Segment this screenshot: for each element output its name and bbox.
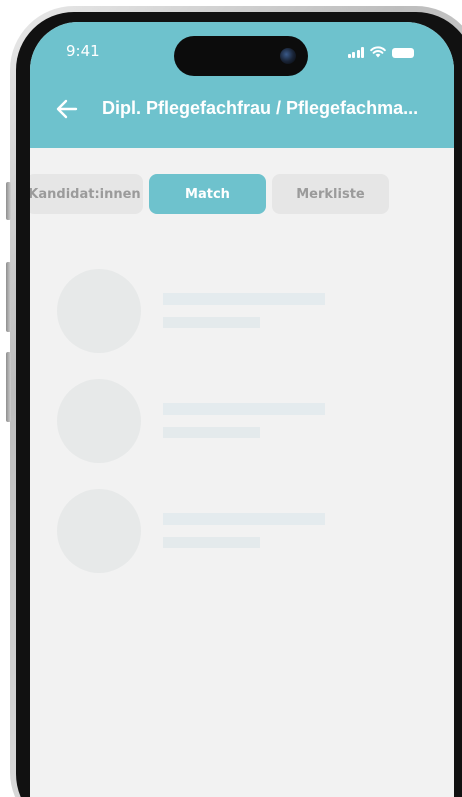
dynamic-island bbox=[174, 36, 308, 76]
arrow-left-icon[interactable] bbox=[56, 98, 78, 120]
loading-placeholder-row bbox=[57, 379, 357, 463]
status-icons bbox=[347, 46, 414, 58]
phone-volume-up-button bbox=[6, 262, 11, 332]
phone-volume-down-button bbox=[6, 352, 11, 422]
cellular-signal-icon bbox=[347, 47, 364, 58]
page-title: Dipl. Pflegefachfrau / Pflegefachma... bbox=[102, 98, 419, 118]
loading-placeholder-row bbox=[57, 269, 357, 353]
battery-icon bbox=[392, 48, 414, 58]
text-placeholder bbox=[163, 537, 260, 548]
app-screen: 9:41 Dipl. Pflegefachfrau / Pflegefachma… bbox=[30, 22, 454, 797]
status-time: 9:41 bbox=[66, 42, 100, 60]
text-placeholder bbox=[163, 293, 325, 305]
tab-bar: Kandidat:innen Match Merkliste bbox=[30, 174, 389, 214]
scene: 9:41 Dipl. Pflegefachfrau / Pflegefachma… bbox=[0, 0, 462, 797]
camera-icon bbox=[280, 48, 296, 64]
tab-match[interactable]: Match bbox=[149, 174, 266, 214]
text-placeholder bbox=[163, 403, 325, 415]
wifi-icon bbox=[370, 46, 386, 58]
phone-side-button bbox=[6, 182, 11, 220]
tab-merkliste[interactable]: Merkliste bbox=[272, 174, 389, 214]
avatar-placeholder bbox=[57, 489, 141, 573]
avatar-placeholder bbox=[57, 379, 141, 463]
tab-kandidatinnen[interactable]: Kandidat:innen bbox=[30, 174, 143, 214]
avatar-placeholder bbox=[57, 269, 141, 353]
app-header: 9:41 Dipl. Pflegefachfrau / Pflegefachma… bbox=[30, 22, 454, 148]
text-placeholder bbox=[163, 317, 260, 328]
text-placeholder bbox=[163, 513, 325, 525]
text-placeholder bbox=[163, 427, 260, 438]
loading-placeholder-row bbox=[57, 489, 357, 573]
